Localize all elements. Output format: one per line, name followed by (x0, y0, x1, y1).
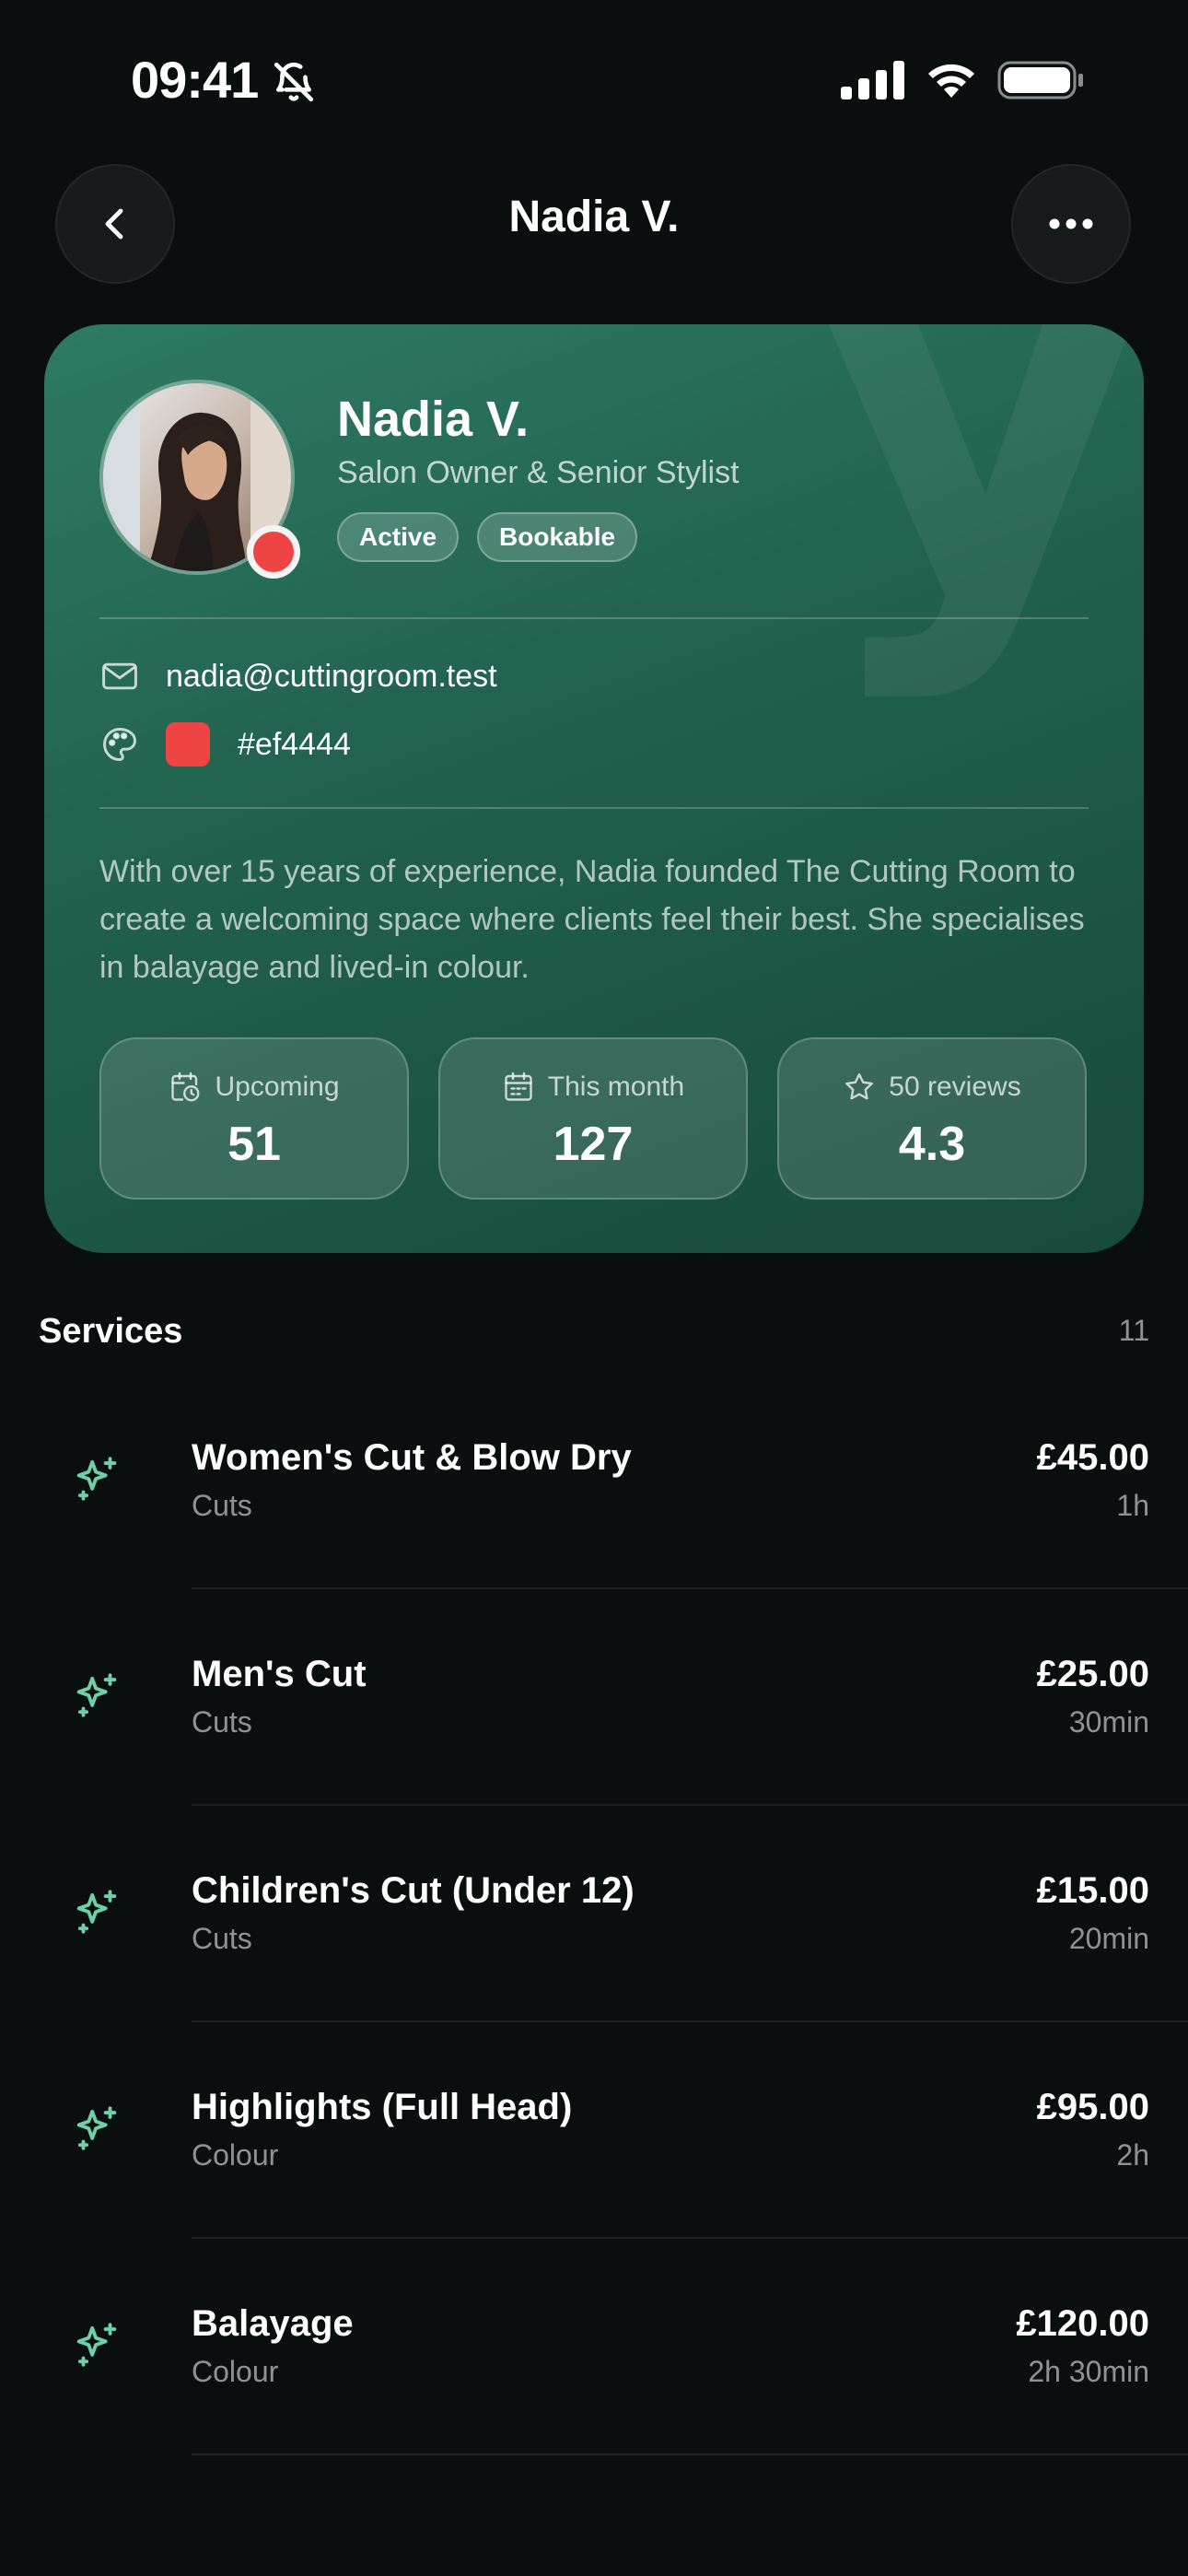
sparkles-icon (76, 2106, 117, 2150)
star-icon (845, 1073, 874, 1100)
color-hex-text: #ef4444 (238, 726, 351, 762)
service-name: Highlights (Full Head) (192, 2087, 573, 2127)
service-category: Cuts (192, 1922, 252, 1955)
profile-bio: With over 15 years of experience, Nadia … (99, 854, 1085, 985)
service-category: Colour (192, 2138, 279, 2172)
stat-reviews[interactable]: 50 reviews 4.3 (777, 1037, 1087, 1200)
service-item[interactable]: Men's Cut Cuts £25.00 30min (0, 1589, 1188, 1806)
profile-card: y Nadia V. Salon Owner & Senior Stylist … (44, 324, 1144, 1253)
email-text: nadia@cuttingroom.test (166, 658, 497, 694)
service-duration: 30min (1068, 1705, 1149, 1739)
status-time: 09:41 (131, 51, 259, 109)
palette-icon (103, 728, 136, 761)
stat-value: 51 (227, 1118, 281, 1171)
service-duration: 1h (1116, 1489, 1149, 1522)
service-category: Cuts (192, 1705, 252, 1739)
sparkles-icon (76, 2323, 117, 2367)
mail-icon (102, 662, 137, 690)
service-item[interactable]: Highlights (Full Head) Colour £95.00 2h (0, 2022, 1188, 2239)
service-price: £15.00 (1036, 1870, 1149, 1911)
services-count: 11 (1118, 1314, 1149, 1347)
profile-role: Salon Owner & Senior Stylist (337, 455, 740, 490)
service-name: Children's Cut (Under 12) (192, 1870, 635, 1911)
wifi-icon (928, 64, 974, 98)
service-category: Cuts (192, 1489, 252, 1522)
color-row: #ef4444 (99, 722, 351, 767)
services-title: Services (39, 1312, 183, 1351)
stat-upcoming[interactable]: Upcoming 51 (99, 1037, 409, 1200)
profile-name: Nadia V. (337, 392, 530, 447)
service-name: Women's Cut & Blow Dry (192, 1437, 632, 1478)
divider (99, 617, 1089, 619)
ellipsis-icon (1049, 218, 1093, 229)
stats-row: Upcoming 51 This month 127 50 reviews 4.… (99, 1037, 1087, 1200)
page-title: Nadia V. (508, 193, 680, 241)
active-badge: Active (337, 512, 460, 562)
service-category: Colour (192, 2355, 279, 2388)
stat-label: Upcoming (215, 1071, 340, 1102)
cellular-signal-icon (841, 61, 904, 100)
service-name: Balayage (192, 2303, 354, 2344)
service-item[interactable]: Children's Cut (Under 12) Cuts £15.00 20… (0, 1806, 1188, 2022)
divider (99, 807, 1089, 809)
service-item[interactable]: Women's Cut & Blow Dry Cuts £45.00 1h (0, 1373, 1188, 1589)
email-row[interactable]: nadia@cuttingroom.test (99, 656, 497, 697)
stat-label: This month (547, 1071, 685, 1102)
service-price: £95.00 (1036, 2087, 1149, 2127)
service-name: Men's Cut (192, 1654, 367, 1694)
battery-icon (997, 61, 1083, 100)
service-price: £120.00 (1016, 2303, 1149, 2344)
sparkles-icon (76, 1673, 117, 1717)
sparkles-icon (76, 1890, 117, 1934)
services-list: Women's Cut & Blow Dry Cuts £45.00 1h Me… (0, 1373, 1188, 2455)
service-duration: 2h (1116, 2138, 1149, 2172)
service-price: £45.00 (1036, 1437, 1149, 1478)
stat-value: 127 (553, 1118, 634, 1171)
card-watermark: y (812, 324, 1144, 708)
service-price: £25.00 (1036, 1654, 1149, 1694)
divider (192, 2453, 1188, 2455)
bookable-badge: Bookable (477, 512, 638, 562)
bell-slash-icon (274, 62, 314, 102)
stat-value: 4.3 (898, 1118, 966, 1171)
stat-this-month[interactable]: This month 127 (438, 1037, 748, 1200)
badge-group: Active Bookable (337, 512, 638, 562)
status-indicator (247, 525, 300, 579)
sparkles-icon (76, 1457, 117, 1501)
color-swatch (166, 722, 210, 767)
service-duration: 20min (1068, 1922, 1149, 1955)
more-options-button[interactable] (1011, 164, 1131, 284)
service-duration: 2h 30min (1028, 2355, 1149, 2388)
stat-label: 50 reviews (889, 1071, 1021, 1102)
status-bar: 09:41 (0, 0, 1188, 157)
calendar-icon (505, 1071, 532, 1101)
calendar-clock-icon (171, 1071, 200, 1102)
service-item[interactable]: Balayage Colour £120.00 2h 30min (0, 2239, 1188, 2455)
